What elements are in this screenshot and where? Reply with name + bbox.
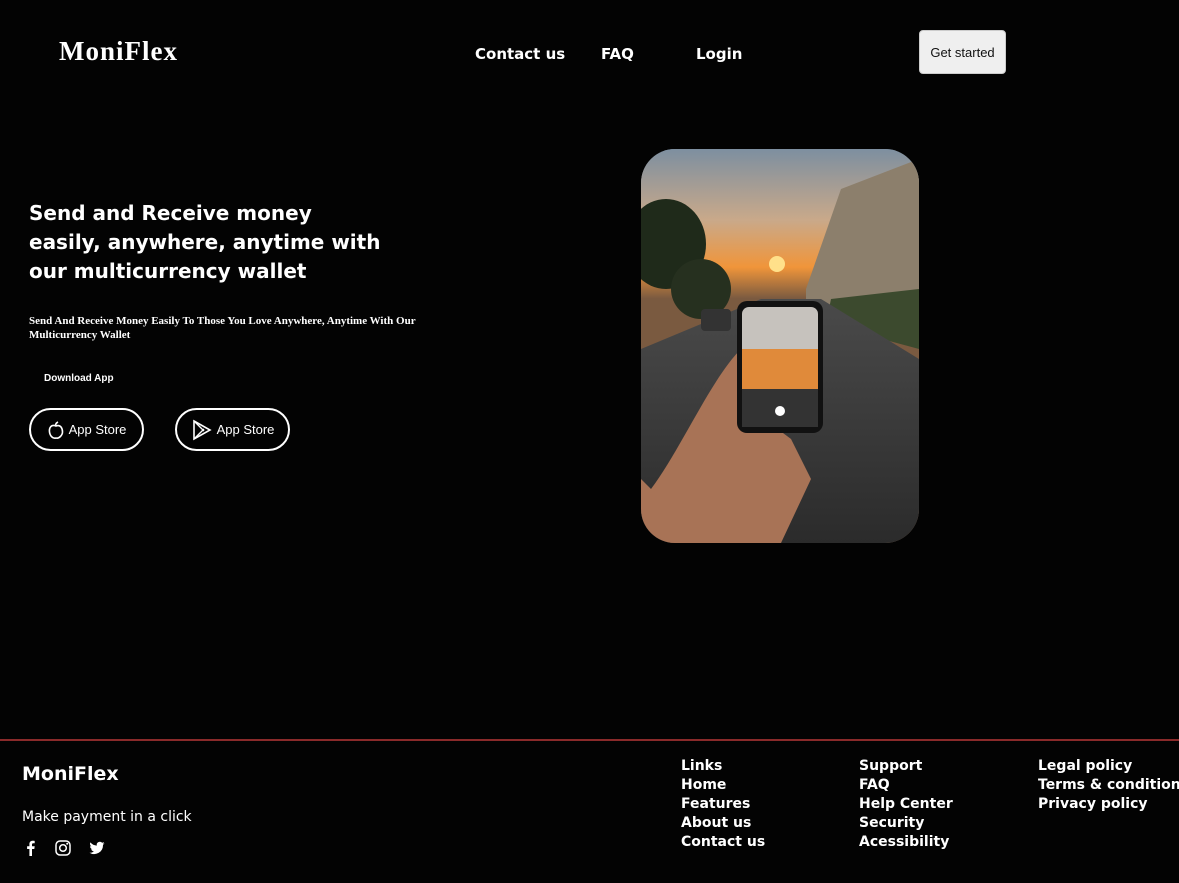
brand-logo[interactable]: MoniFlex [59, 36, 178, 67]
footer-link-faq[interactable]: FAQ [859, 776, 953, 795]
instagram-icon[interactable] [54, 839, 72, 857]
google-play-button[interactable]: App Store [175, 408, 290, 451]
facebook-icon[interactable] [22, 839, 40, 857]
app-store-label: App Store [68, 422, 127, 437]
footer-heading-links: Links [681, 758, 723, 774]
footer-divider [0, 739, 1179, 741]
download-app-label: Download App [44, 373, 114, 384]
twitter-icon[interactable] [88, 839, 106, 857]
footer-link-home[interactable]: Home [681, 776, 765, 795]
footer-link-legal-policy[interactable]: Legal policy [1038, 757, 1179, 776]
nav-contact-us[interactable]: Contact us [475, 45, 565, 63]
footer-heading-support: Support [859, 758, 923, 774]
footer-link-terms[interactable]: Terms & condition [1038, 776, 1179, 795]
footer-link-accessibility[interactable]: Acessibility [859, 833, 953, 852]
nav-login[interactable]: Login [696, 45, 742, 63]
footer-links-column: Links Home Features About us Contact us [681, 757, 765, 852]
hero-photo-phone-sunset [641, 149, 919, 543]
footer-link-security[interactable]: Security [859, 814, 953, 833]
footer-link-features[interactable]: Features [681, 795, 765, 814]
footer-brand: MoniFlex [22, 763, 119, 785]
app-store-button[interactable]: App Store [29, 408, 144, 451]
footer-support-column: Support FAQ Help Center Security Acessib… [859, 757, 953, 852]
nav-faq[interactable]: FAQ [601, 45, 634, 63]
hero-subtitle: Send And Receive Money Easily To Those Y… [29, 315, 416, 341]
footer-link-help-center[interactable]: Help Center [859, 795, 953, 814]
get-started-button[interactable]: Get started [919, 30, 1006, 74]
footer-link-privacy[interactable]: Privacy policy [1038, 795, 1179, 814]
google-play-label: App Store [216, 422, 275, 437]
footer-link-contact[interactable]: Contact us [681, 833, 765, 852]
footer-legal-column: Legal policy Terms & condition Privacy p… [1038, 757, 1179, 814]
apple-icon [47, 420, 65, 440]
footer-link-about[interactable]: About us [681, 814, 765, 833]
play-store-icon [191, 419, 213, 441]
hero-title: Send and Receive money easily, anywhere,… [29, 201, 381, 283]
footer-tagline: Make payment in a click [22, 809, 192, 825]
